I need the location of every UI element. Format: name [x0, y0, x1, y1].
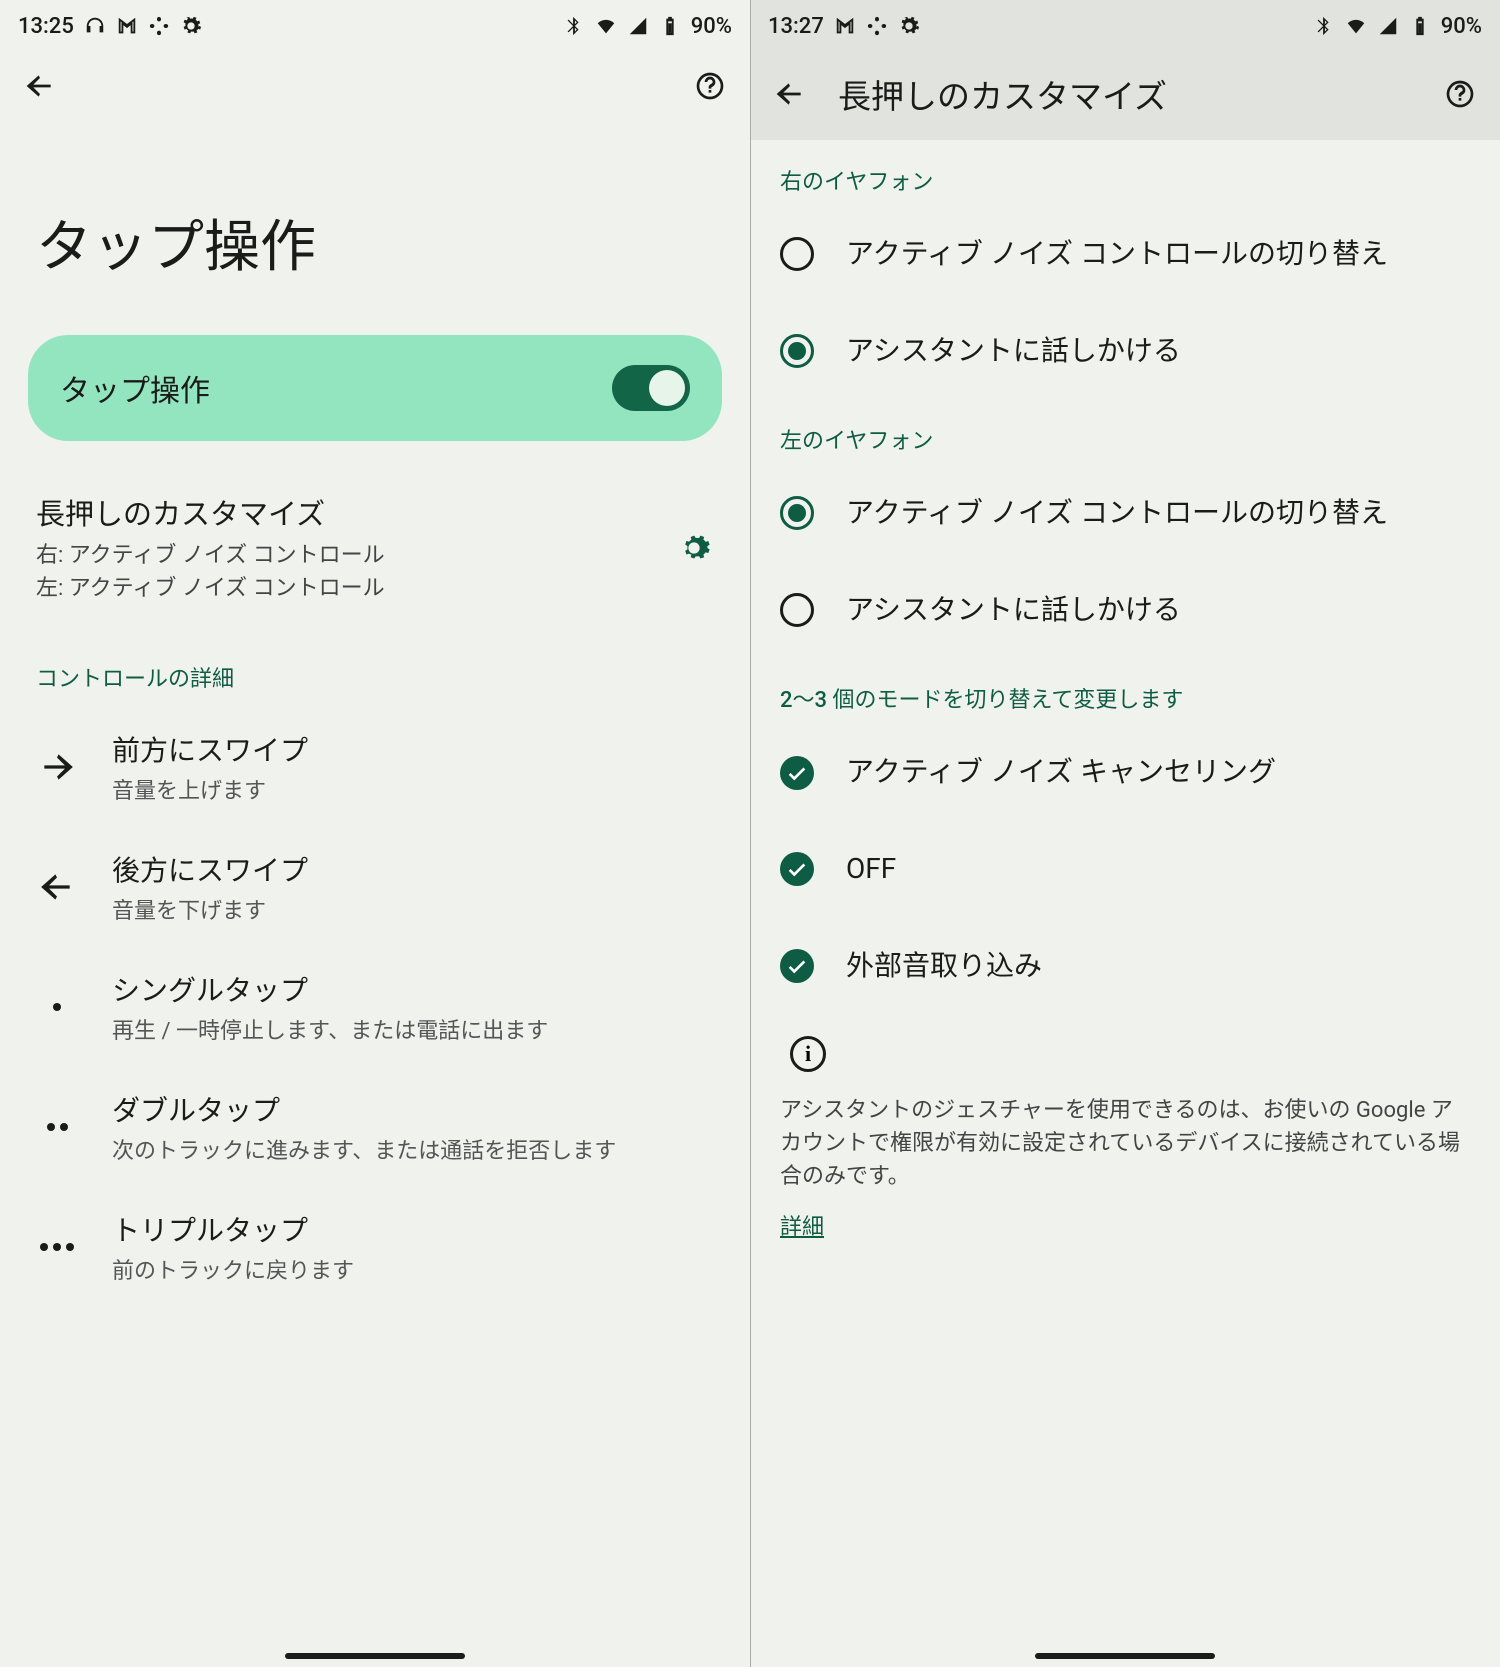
pinwheel-icon [148, 15, 170, 37]
section-right-earbud: 右のイヤフォン [750, 140, 1500, 206]
status-bar: 13:27 90% [750, 0, 1500, 48]
long-press-title: 長押しのカスタマイズ [36, 491, 654, 533]
toggle-label: タップ操作 [60, 366, 210, 410]
gear-icon [898, 15, 920, 37]
help-button[interactable] [690, 66, 730, 106]
nav-handle[interactable] [1035, 1653, 1215, 1659]
radio-unchecked-icon [780, 237, 814, 271]
screen-long-press-customize: 13:27 90% 長押しのカスタマイズ 右のイヤフォン [750, 0, 1500, 1667]
left-earbud-option-assistant[interactable]: アシスタントに話しかける [750, 562, 1500, 659]
radio-checked-icon [780, 496, 814, 530]
headphones-icon [84, 15, 106, 37]
radio-unchecked-icon [780, 593, 814, 627]
control-single-tap: シングルタップ 再生 / 一時停止します、または電話に出ます [0, 947, 750, 1067]
option-label: アクティブ ノイズ コントロールの切り替え [846, 493, 1388, 534]
status-bar: 13:25 90% [0, 0, 750, 48]
mode-transparency[interactable]: 外部音取り込み [750, 918, 1500, 1015]
pinwheel-icon [866, 15, 888, 37]
checkmark-icon [780, 852, 814, 886]
left-earbud-option-anc[interactable]: アクティブ ノイズ コントロールの切り替え [750, 465, 1500, 562]
right-earbud-option-anc[interactable]: アクティブ ノイズ コントロールの切り替え [750, 206, 1500, 303]
arrow-right-icon [36, 746, 78, 788]
arrow-left-icon [36, 866, 78, 908]
topbar [0, 48, 750, 124]
checkmark-icon [780, 756, 814, 790]
status-battery-pct: 90% [691, 14, 732, 39]
wifi-icon [595, 15, 617, 37]
option-label: アシスタントに話しかける [846, 331, 1181, 372]
mode-label: 外部音取り込み [846, 946, 1042, 987]
double-dot-icon [36, 1106, 78, 1148]
status-battery-pct: 90% [1441, 14, 1482, 39]
control-swipe-forward: 前方にスワイプ 音量を上げます [0, 707, 750, 827]
mode-label: OFF [846, 849, 896, 890]
ctrl-title: トリプルタップ [112, 1209, 714, 1249]
triple-dot-icon [36, 1226, 78, 1268]
info-icon-row: i [750, 1014, 1500, 1082]
ctrl-title: 前方にスワイプ [112, 729, 714, 769]
single-dot-icon [36, 986, 78, 1028]
details-link[interactable]: 詳細 [750, 1203, 1500, 1247]
page-title: 長押しのカスタマイズ [838, 70, 1412, 118]
ctrl-sub: 前のトラックに戻ります [112, 1253, 714, 1285]
right-earbud-option-assistant[interactable]: アシスタントに話しかける [750, 303, 1500, 400]
bluetooth-icon [1313, 15, 1335, 37]
ctrl-sub: 音量を上げます [112, 773, 714, 805]
battery-icon [659, 15, 681, 37]
radio-checked-icon [780, 334, 814, 368]
gmail-icon [116, 15, 138, 37]
info-icon: i [790, 1036, 826, 1072]
back-button[interactable] [770, 74, 810, 114]
long-press-customize-row[interactable]: 長押しのカスタマイズ 右: アクティブ ノイズ コントロール 左: アクティブ … [0, 473, 750, 627]
checkmark-icon [780, 949, 814, 983]
bluetooth-icon [563, 15, 585, 37]
topbar: 長押しのカスタマイズ [750, 48, 1500, 140]
control-swipe-back: 後方にスワイプ 音量を下げます [0, 827, 750, 947]
long-press-sub-right: 右: アクティブ ノイズ コントロール [36, 539, 654, 572]
ctrl-sub: 音量を下げます [112, 893, 714, 925]
help-button[interactable] [1440, 74, 1480, 114]
wifi-icon [1345, 15, 1367, 37]
option-label: アクティブ ノイズ コントロールの切り替え [846, 234, 1388, 275]
control-triple-tap: トリプルタップ 前のトラックに戻ります [0, 1187, 750, 1307]
nav-handle[interactable] [285, 1653, 465, 1659]
section-mode-switch: 2〜3 個のモードを切り替えて変更します [750, 658, 1500, 724]
ctrl-title: シングルタップ [112, 969, 714, 1009]
gmail-icon [834, 15, 856, 37]
screenshot-divider [750, 0, 751, 1667]
section-control-details: コントロールの詳細 [0, 627, 750, 707]
mode-off[interactable]: OFF [750, 821, 1500, 918]
gear-icon[interactable] [674, 528, 714, 568]
ctrl-sub: 再生 / 一時停止します、または電話に出ます [112, 1013, 714, 1045]
option-label: アシスタントに話しかける [846, 590, 1181, 631]
signal-icon [1377, 15, 1399, 37]
mode-anc[interactable]: アクティブ ノイズ キャンセリング [750, 724, 1500, 821]
back-button[interactable] [20, 66, 60, 106]
ctrl-title: ダブルタップ [112, 1089, 714, 1129]
status-time: 13:25 [18, 14, 74, 39]
battery-icon [1409, 15, 1431, 37]
assistant-info-text: アシスタントのジェスチャーを使用できるのは、お使いの Google アカウントで… [750, 1082, 1500, 1203]
status-time: 13:27 [768, 14, 824, 39]
control-double-tap: ダブルタップ 次のトラックに進みます、または通話を拒否します [0, 1067, 750, 1187]
page-title: タップ操作 [0, 124, 750, 335]
tap-controls-switch[interactable] [612, 365, 690, 411]
gear-icon [180, 15, 202, 37]
signal-icon [627, 15, 649, 37]
section-left-earbud: 左のイヤフォン [750, 399, 1500, 465]
ctrl-sub: 次のトラックに進みます、または通話を拒否します [112, 1133, 714, 1165]
screen-tap-controls: 13:25 90% タップ操作 タップ操作 長押しのカスタマイズ 右 [0, 0, 750, 1667]
ctrl-title: 後方にスワイプ [112, 849, 714, 889]
mode-label: アクティブ ノイズ キャンセリング [846, 752, 1276, 793]
long-press-sub-left: 左: アクティブ ノイズ コントロール [36, 572, 654, 605]
tap-controls-toggle-card[interactable]: タップ操作 [28, 335, 722, 441]
